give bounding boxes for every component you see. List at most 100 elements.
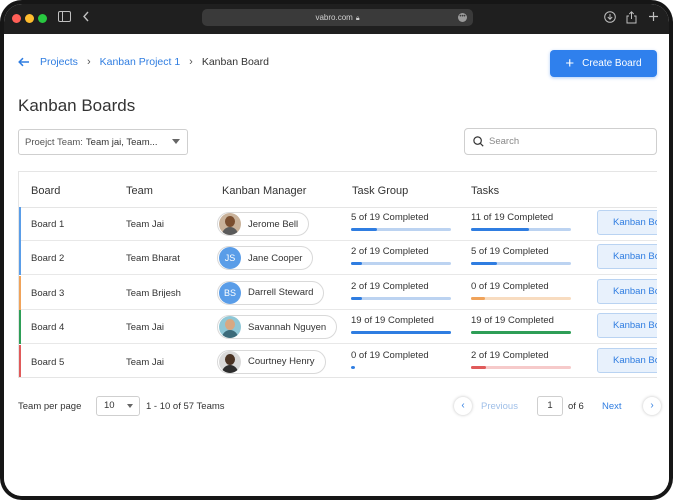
per-page-value: 10 [104, 400, 115, 411]
tasks-progress-fill [471, 262, 497, 266]
address-bar[interactable]: vabro.com 🔒︎ ••• [202, 9, 473, 26]
chevron-right-icon: › [189, 56, 193, 68]
board-name: Board 4 [31, 322, 65, 334]
per-page-select[interactable]: 10 [96, 396, 140, 416]
more-icon[interactable]: ••• [458, 13, 467, 22]
tasks-progress-bar [471, 228, 571, 231]
search-input[interactable]: Search [464, 128, 657, 155]
url-text: vabro.com [315, 13, 353, 22]
task-group-progress-label: 0 of 19 Completed [351, 349, 429, 361]
column-header-task-group[interactable]: Task Group [352, 185, 408, 197]
maximize-window-button[interactable] [38, 14, 47, 23]
task-group-progress-bar [351, 296, 451, 300]
back-icon[interactable] [82, 11, 90, 25]
kanban-manager-chip[interactable]: BS Darrell Steward [217, 280, 325, 305]
board-name: Board 2 [31, 253, 65, 265]
row-status-accent [19, 275, 21, 310]
plus-icon: + [565, 55, 575, 72]
kanban-manager-chip[interactable]: JS Jane Cooper [217, 246, 314, 271]
previous-button[interactable]: Previous [481, 401, 518, 412]
tasks-progress-bar [471, 365, 571, 369]
page-content: Projects › Kanban Project 1 › Kanban Boa… [4, 34, 669, 496]
kanban-boards-table: Board Team Kanban Manager Task Group Tas… [18, 171, 657, 378]
page-title: Kanban Boards [18, 96, 136, 115]
breadcrumb: Projects › Kanban Project 1 › Kanban Boa… [18, 54, 269, 70]
sidebar-toggle-icon[interactable] [58, 11, 71, 25]
team-name: Team Jai [126, 356, 165, 368]
minimize-window-button[interactable] [25, 14, 34, 23]
create-board-button[interactable]: + Create Board [550, 50, 657, 77]
download-icon[interactable] [604, 11, 616, 26]
row-status-accent [19, 310, 21, 345]
manager-name: Jane Cooper [248, 252, 303, 264]
close-window-button[interactable] [12, 14, 21, 23]
kanban-board-button[interactable]: Kanban Board [597, 347, 657, 373]
avatar [219, 213, 241, 235]
search-icon [473, 136, 484, 147]
team-name: Team Bharat [126, 253, 180, 265]
manager-name: Jerome Bell [248, 218, 299, 230]
tasks-progress-fill [471, 228, 529, 231]
page-number-input[interactable]: 1 [537, 396, 563, 416]
chevron-right-icon: › [86, 56, 91, 68]
task-group-progress-fill [351, 296, 362, 300]
column-header-board[interactable]: Board [31, 185, 60, 197]
manager-name: Darrell Steward [248, 287, 314, 299]
task-group-progress-bar [351, 262, 451, 266]
column-header-manager[interactable]: Kanban Manager [222, 185, 306, 197]
avatar-initials: JS [224, 253, 236, 264]
table-row[interactable]: Board 2 Team Bharat JS Jane Cooper 2 of … [19, 241, 657, 276]
team-name: Team Brijesh [126, 287, 181, 299]
device-frame: vabro.com 🔒︎ ••• Projects › Kanban Projec… [0, 0, 673, 500]
avatar [219, 316, 241, 339]
tasks-progress-label: 5 of 19 Completed [471, 246, 549, 258]
table-row[interactable]: Board 5 Team Jai Courtney Henry 0 of 19 … [19, 344, 657, 377]
kanban-manager-chip[interactable]: Jerome Bell [217, 212, 310, 236]
create-board-label: Create Board [582, 58, 642, 69]
previous-page-icon[interactable]: ‹ [454, 397, 472, 415]
team-name: Team Jai [126, 219, 165, 230]
tasks-progress-bar [471, 331, 571, 335]
total-pages: of 6 [568, 401, 584, 412]
tasks-progress-fill [471, 296, 485, 300]
back-arrow-icon[interactable] [18, 55, 30, 69]
filter-value: Team jai, Team... [85, 136, 158, 148]
team-name: Team Jai [126, 322, 165, 334]
kanban-manager-chip[interactable]: Savannah Nguyen [217, 315, 338, 340]
task-group-progress-bar [351, 365, 451, 369]
share-icon[interactable] [626, 11, 637, 27]
kanban-board-button[interactable]: Kanban Board [597, 244, 657, 270]
search-placeholder: Search [489, 136, 520, 147]
tasks-progress-fill [471, 365, 486, 369]
table-row[interactable]: Board 4 Team Jai Savannah Nguyen 19 of 1… [19, 310, 657, 345]
table-row[interactable]: Board 3 Team Brijesh BS Darrell Steward … [19, 275, 657, 310]
task-group-progress-bar [351, 331, 451, 335]
manager-name: Courtney Henry [248, 356, 315, 368]
table-row[interactable]: Board 1 Team Jai Jerome Bell 5 of 19 Com… [19, 207, 657, 241]
screen: vabro.com 🔒︎ ••• Projects › Kanban Projec… [4, 4, 669, 496]
column-header-team[interactable]: Team [126, 185, 153, 197]
tasks-progress-fill [471, 331, 571, 335]
row-status-accent [19, 241, 21, 276]
kanban-manager-chip[interactable]: Courtney Henry [217, 349, 326, 374]
breadcrumb-kanban-project[interactable]: Kanban Project 1 [100, 56, 181, 68]
kanban-board-button[interactable]: Kanban Board [597, 278, 657, 304]
tasks-progress-label: 0 of 19 Completed [471, 280, 549, 292]
new-tab-icon[interactable] [648, 11, 659, 25]
avatar: JS [219, 247, 241, 270]
manager-name: Savannah Nguyen [248, 321, 327, 333]
next-button[interactable]: Next [602, 401, 622, 412]
column-header-tasks[interactable]: Tasks [471, 185, 499, 197]
breadcrumb-projects[interactable]: Projects [40, 56, 78, 68]
task-group-progress-bar [351, 228, 451, 231]
tasks-progress-bar [471, 296, 571, 300]
kanban-board-button[interactable]: Kanban Board [597, 313, 657, 339]
next-page-icon[interactable]: › [643, 397, 661, 415]
task-group-progress-fill [351, 262, 362, 266]
task-group-progress-fill [351, 365, 355, 369]
kanban-board-button[interactable]: Kanban Board [597, 210, 657, 235]
tasks-progress-label: 11 of 19 Completed [471, 212, 554, 223]
task-group-progress-fill [351, 331, 451, 335]
project-team-filter[interactable]: Proejct Team: Team jai, Team... [18, 129, 188, 155]
breadcrumb-current: Kanban Board [201, 56, 269, 68]
